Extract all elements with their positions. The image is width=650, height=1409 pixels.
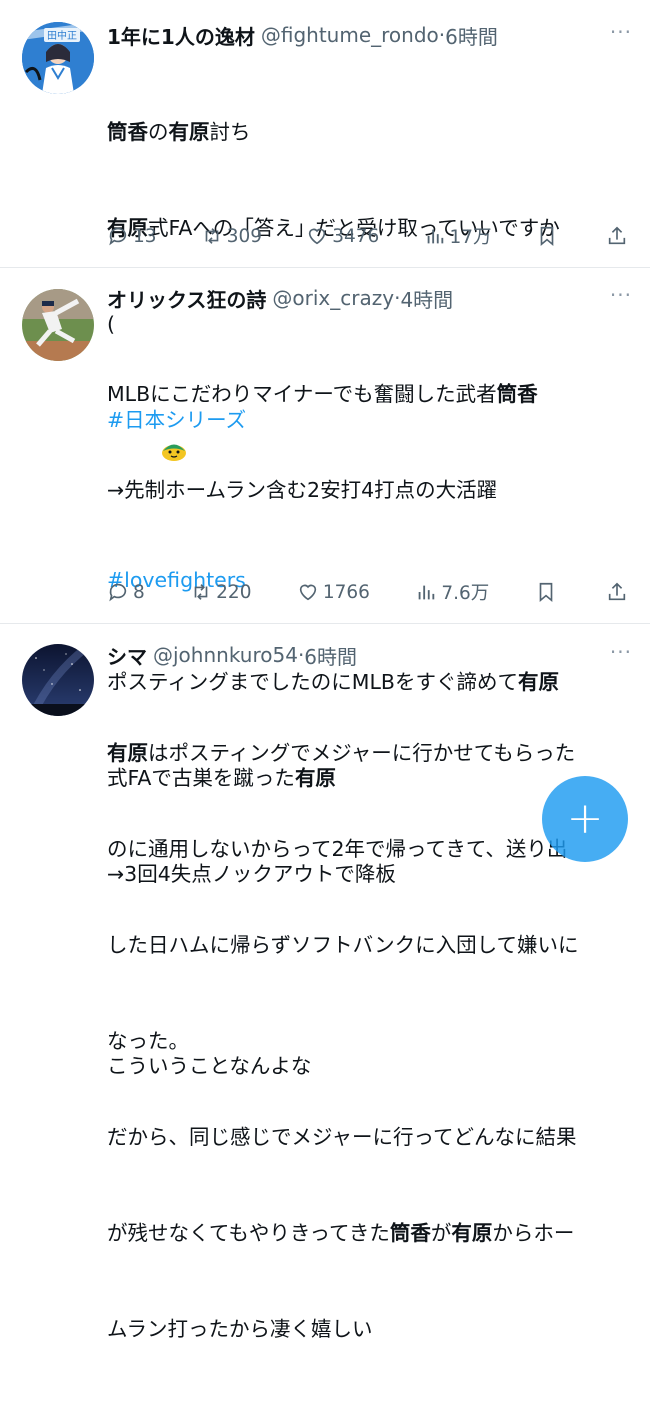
share-icon bbox=[608, 226, 626, 245]
night-sky-avatar-icon bbox=[22, 644, 94, 716]
tweet-1[interactable]: 田中正 1年に1人の逸材 @fightume_rondo · 6時間 ··· 筒… bbox=[0, 0, 650, 592]
text-fragment: はポスティングでメジャーに行かせてもらった bbox=[148, 741, 576, 765]
display-name[interactable]: 1年に1人の逸材 bbox=[107, 21, 255, 50]
reply-count: 13 bbox=[133, 225, 157, 247]
like-count: 3476 bbox=[332, 225, 380, 247]
retweet-button[interactable]: 309 bbox=[201, 225, 262, 247]
avatar[interactable] bbox=[22, 644, 94, 716]
text-fragment: が bbox=[430, 1221, 452, 1245]
text-line: MLBにこだわりマイナーでも奮闘した武者筒香 bbox=[107, 378, 632, 410]
text-line: だから、同じ感じでメジャーに行ってどんなに結果 bbox=[107, 1125, 577, 1149]
bookmark-button[interactable] bbox=[535, 581, 561, 603]
highlight-term: 筒香 bbox=[389, 1221, 431, 1245]
text-fragment: MLBにこだわりマイナーでも奮闘した武者 bbox=[107, 382, 497, 406]
text-line: 筒香の有原討ち bbox=[107, 116, 632, 148]
user-handle[interactable]: @orix_crazy bbox=[272, 286, 394, 310]
tweet-2[interactable]: オリックス狂の詩 @orix_crazy · 4時間 ··· MLBにこだわりマ… bbox=[0, 267, 650, 1078]
share-button[interactable] bbox=[606, 581, 632, 603]
text-line: ムラン打ったから凄く嬉しい bbox=[107, 1317, 373, 1341]
user-handle[interactable]: @fightume_rondo bbox=[261, 23, 439, 47]
highlight-term: 有原 bbox=[451, 1221, 493, 1245]
views-button[interactable]: 17万 bbox=[424, 223, 492, 249]
view-count: 17万 bbox=[449, 227, 492, 248]
text-fragment: の bbox=[148, 120, 169, 144]
retweet-icon bbox=[205, 228, 219, 244]
tweet-header: 1年に1人の逸材 @fightume_rondo · 6時間 ··· bbox=[107, 20, 632, 50]
tweet-header: オリックス狂の詩 @orix_crazy · 4時間 ··· bbox=[107, 283, 632, 313]
timestamp[interactable]: 4時間 bbox=[400, 284, 453, 313]
highlight-term: 筒香 bbox=[496, 382, 538, 406]
text-line: →先制ホームラン含む2安打4打点の大活躍 bbox=[107, 478, 498, 502]
timestamp[interactable]: 6時間 bbox=[304, 641, 357, 670]
text-fragment: が残せなくてもやりきってきた bbox=[107, 1221, 390, 1245]
reply-icon bbox=[109, 227, 127, 246]
text-fragment: 討ち bbox=[209, 120, 251, 144]
bookmark-icon bbox=[539, 582, 552, 603]
heart-icon bbox=[309, 228, 326, 245]
highlight-term: 筒香 bbox=[107, 120, 148, 144]
text-fragment: からホー bbox=[492, 1221, 575, 1245]
reply-button[interactable]: 8 bbox=[107, 581, 145, 603]
user-handle[interactable]: @johnnkuro54 bbox=[153, 643, 298, 667]
more-options-icon[interactable]: ··· bbox=[610, 20, 632, 44]
reply-icon bbox=[109, 583, 127, 602]
share-icon bbox=[608, 582, 626, 601]
more-options-icon[interactable]: ··· bbox=[610, 283, 632, 307]
share-button[interactable] bbox=[606, 225, 632, 247]
reply-button[interactable]: 13 bbox=[107, 225, 157, 247]
like-count: 1766 bbox=[322, 581, 370, 603]
display-name[interactable]: シマ bbox=[107, 641, 147, 670]
highlight-term: 有原 bbox=[107, 741, 148, 765]
avatar[interactable] bbox=[22, 289, 94, 361]
like-button[interactable]: 3476 bbox=[306, 225, 379, 247]
tweet-actions: 8 220 1766 7.6万 bbox=[107, 577, 632, 607]
views-chart-icon bbox=[427, 229, 443, 244]
text-line: が残せなくてもやりきってきた筒香が有原からホー bbox=[107, 1217, 632, 1249]
heart-icon bbox=[299, 584, 317, 601]
text-line: なった。 bbox=[107, 1029, 189, 1053]
tweet-header: シマ @johnnkuro54 · 6時間 ··· bbox=[107, 640, 632, 670]
pitcher-photo-avatar-icon bbox=[22, 289, 94, 361]
view-count: 7.6万 bbox=[441, 583, 490, 604]
text-line: した日ハムに帰らずソフトバンクに入団して嫌いに bbox=[107, 933, 579, 957]
text-line: 有原はポスティングでメジャーに行かせてもらった bbox=[107, 737, 632, 769]
tweet-text: 有原はポスティングでメジャーに行かせてもらった のに通用しないからって2年で帰っ… bbox=[107, 673, 632, 1409]
views-button[interactable]: 7.6万 bbox=[415, 579, 489, 605]
bookmark-icon bbox=[540, 226, 554, 247]
tweet-actions: 13 309 3476 17万 bbox=[107, 221, 632, 251]
display-name[interactable]: オリックス狂の詩 bbox=[107, 284, 266, 313]
highlight-term: 有原 bbox=[168, 120, 210, 144]
views-chart-icon bbox=[418, 585, 435, 600]
plus-icon: + bbox=[566, 793, 604, 844]
player-illustration-avatar-icon: 田中正 bbox=[22, 22, 94, 94]
compose-tweet-button[interactable]: + bbox=[542, 776, 628, 862]
retweet-icon bbox=[194, 584, 208, 600]
like-button[interactable]: 1766 bbox=[297, 581, 370, 603]
more-options-icon[interactable]: ··· bbox=[610, 640, 632, 664]
retweet-count: 309 bbox=[226, 225, 263, 247]
retweet-count: 220 bbox=[216, 581, 252, 603]
timestamp[interactable]: 6時間 bbox=[445, 21, 498, 50]
reply-count: 8 bbox=[133, 581, 145, 603]
bookmark-button[interactable] bbox=[536, 225, 562, 247]
retweet-button[interactable]: 220 bbox=[190, 581, 251, 603]
svg-text:田中正: 田中正 bbox=[47, 29, 77, 42]
avatar[interactable]: 田中正 bbox=[22, 22, 94, 94]
